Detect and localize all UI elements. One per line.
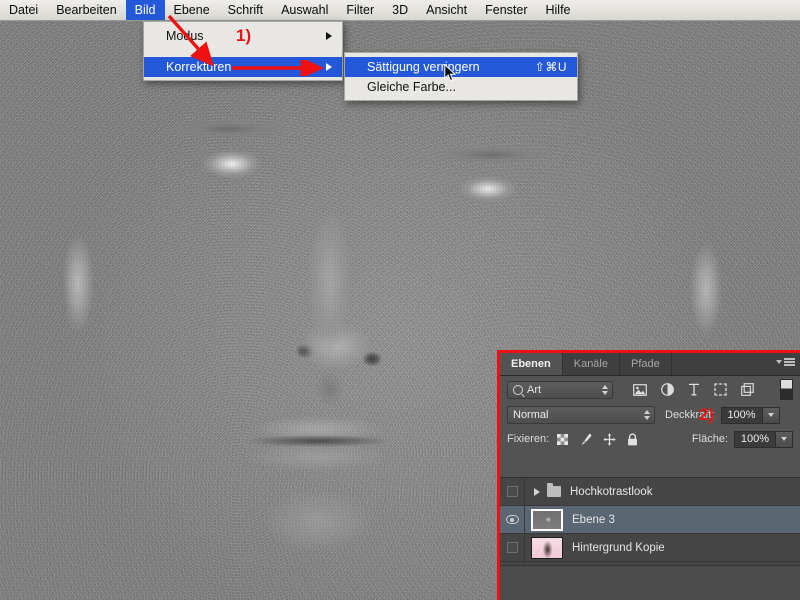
opacity-dropdown-button[interactable] <box>762 406 780 424</box>
panel-menu-icon[interactable] <box>776 358 795 366</box>
menu-item-3d[interactable]: 3D <box>383 0 417 20</box>
lock-row[interactable]: Fixieren: Fläche: 100% <box>500 427 800 451</box>
menu-spacer <box>144 46 342 57</box>
chevron-down-icon <box>776 359 782 364</box>
fill-value[interactable]: 100% <box>734 430 776 448</box>
adjustment-filter-icon[interactable] <box>661 383 674 396</box>
lock-position-icon[interactable] <box>603 432 616 446</box>
layer-thumbnail[interactable] <box>531 536 563 559</box>
layer-visibility-toggle[interactable] <box>500 506 525 533</box>
menu-option-label: Modus <box>166 29 204 43</box>
blend-mode-stepper[interactable] <box>644 410 650 420</box>
panel-tab-pfade[interactable]: Pfade <box>620 353 672 375</box>
filter-enable-toggle[interactable] <box>780 379 793 400</box>
layer-name[interactable]: Hochkotrastlook <box>570 486 652 498</box>
menu-item-filter[interactable]: Filter <box>337 0 383 20</box>
layer-row[interactable]: Hochkotrastlook <box>500 478 800 506</box>
submenu-arrow-icon <box>326 32 332 40</box>
menu-option-label: Korrekturen <box>166 60 232 74</box>
folder-icon <box>547 483 561 497</box>
submenu-arrow-icon <box>326 63 332 71</box>
lock-transparency-icon[interactable] <box>557 433 569 445</box>
lock-icon-group[interactable] <box>557 432 638 446</box>
filter-kind-label: Art <box>527 383 542 396</box>
submenu-option-s-ttigung-verringern[interactable]: Sättigung verringern ⇧⌘U <box>345 57 577 77</box>
submenu-option-gleiche-farbe-[interactable]: Gleiche Farbe... <box>345 77 577 97</box>
lock-all-icon[interactable] <box>627 432 638 446</box>
menu-item-fenster[interactable]: Fenster <box>476 0 536 20</box>
menu-option-modus[interactable]: Modus <box>144 26 342 46</box>
filter-kind-select[interactable]: Art <box>507 380 613 399</box>
panel-tab-kan-le[interactable]: Kanäle <box>563 353 620 375</box>
eye-hidden-icon <box>506 486 518 497</box>
layer-row[interactable]: Hintergrund Kopie <box>500 534 800 562</box>
filter-kind-stepper[interactable] <box>602 384 608 395</box>
menu-item-ebene[interactable]: Ebene <box>165 0 219 20</box>
photoshop-window: Datei Bearbeiten Bild Ebene Schrift Auswahl Fi… <box>0 0 800 600</box>
menu-item-ansicht[interactable]: Ansicht <box>417 0 476 20</box>
layer-name[interactable]: Hintergrund Kopie <box>572 542 665 554</box>
layer-thumbnail[interactable] <box>531 508 563 531</box>
opacity-label: Deckkraft: <box>665 409 715 421</box>
filter-icon-group[interactable] <box>633 383 754 396</box>
menu-korrekturen-submenu[interactable]: Sättigung verringern ⇧⌘U Gleiche Farbe... <box>344 52 578 101</box>
panel-footer-area <box>500 565 800 600</box>
panel-tab-ebenen[interactable]: Ebenen <box>500 353 563 375</box>
submenu-option-label: Sättigung verringern <box>367 60 480 74</box>
layer-filter-row[interactable]: Art <box>500 376 800 403</box>
layer-name[interactable]: Ebene 3 <box>572 514 615 526</box>
lock-image-icon[interactable] <box>579 433 592 446</box>
blend-mode-value: Normal <box>513 409 549 421</box>
layer-visibility-toggle[interactable] <box>500 534 525 561</box>
menu-item-bearbeiten[interactable]: Bearbeiten <box>47 0 125 20</box>
eye-icon <box>505 515 519 524</box>
layer-row[interactable]: Ebene 3 <box>500 506 800 534</box>
menu-item-schrift[interactable]: Schrift <box>219 0 272 20</box>
submenu-option-shortcut: ⇧⌘U <box>534 60 567 74</box>
smartobject-filter-icon[interactable] <box>741 383 754 396</box>
fill-label: Fläche: <box>691 433 728 445</box>
menu-item-hilfe[interactable]: Hilfe <box>537 0 580 20</box>
menu-item-bild[interactable]: Bild <box>125 0 165 20</box>
opacity-value[interactable]: 100% <box>720 406 763 424</box>
menu-bild-dropdown[interactable]: Modus Korrekturen <box>143 21 343 81</box>
menu-bar[interactable]: Datei Bearbeiten Bild Ebene Schrift Auswahl Fi… <box>0 0 800 21</box>
menu-item-datei[interactable]: Datei <box>0 0 47 20</box>
menu-option-korrekturen[interactable]: Korrekturen <box>144 57 342 77</box>
image-filter-icon[interactable] <box>633 383 647 396</box>
hamburger-icon <box>784 358 795 366</box>
blend-mode-row[interactable]: Normal Deckkraft: 100% <box>500 403 800 427</box>
submenu-option-label: Gleiche Farbe... <box>367 80 456 94</box>
menu-item-auswahl[interactable]: Auswahl <box>272 0 337 20</box>
lock-label: Fixieren: <box>507 433 550 445</box>
layers-panel[interactable]: Ebenen Kanäle Pfade Art Normal Deckkraft… <box>497 350 800 600</box>
type-filter-icon[interactable] <box>688 383 700 396</box>
fill-dropdown-button[interactable] <box>776 430 793 448</box>
panel-tab-strip[interactable]: Ebenen Kanäle Pfade <box>500 353 800 376</box>
layer-visibility-toggle[interactable] <box>500 478 525 505</box>
blend-mode-select[interactable]: Normal <box>507 406 655 424</box>
search-icon <box>513 384 523 395</box>
eye-hidden-icon <box>506 542 518 553</box>
group-disclosure-icon[interactable] <box>534 487 540 496</box>
shape-filter-icon[interactable] <box>714 383 727 396</box>
